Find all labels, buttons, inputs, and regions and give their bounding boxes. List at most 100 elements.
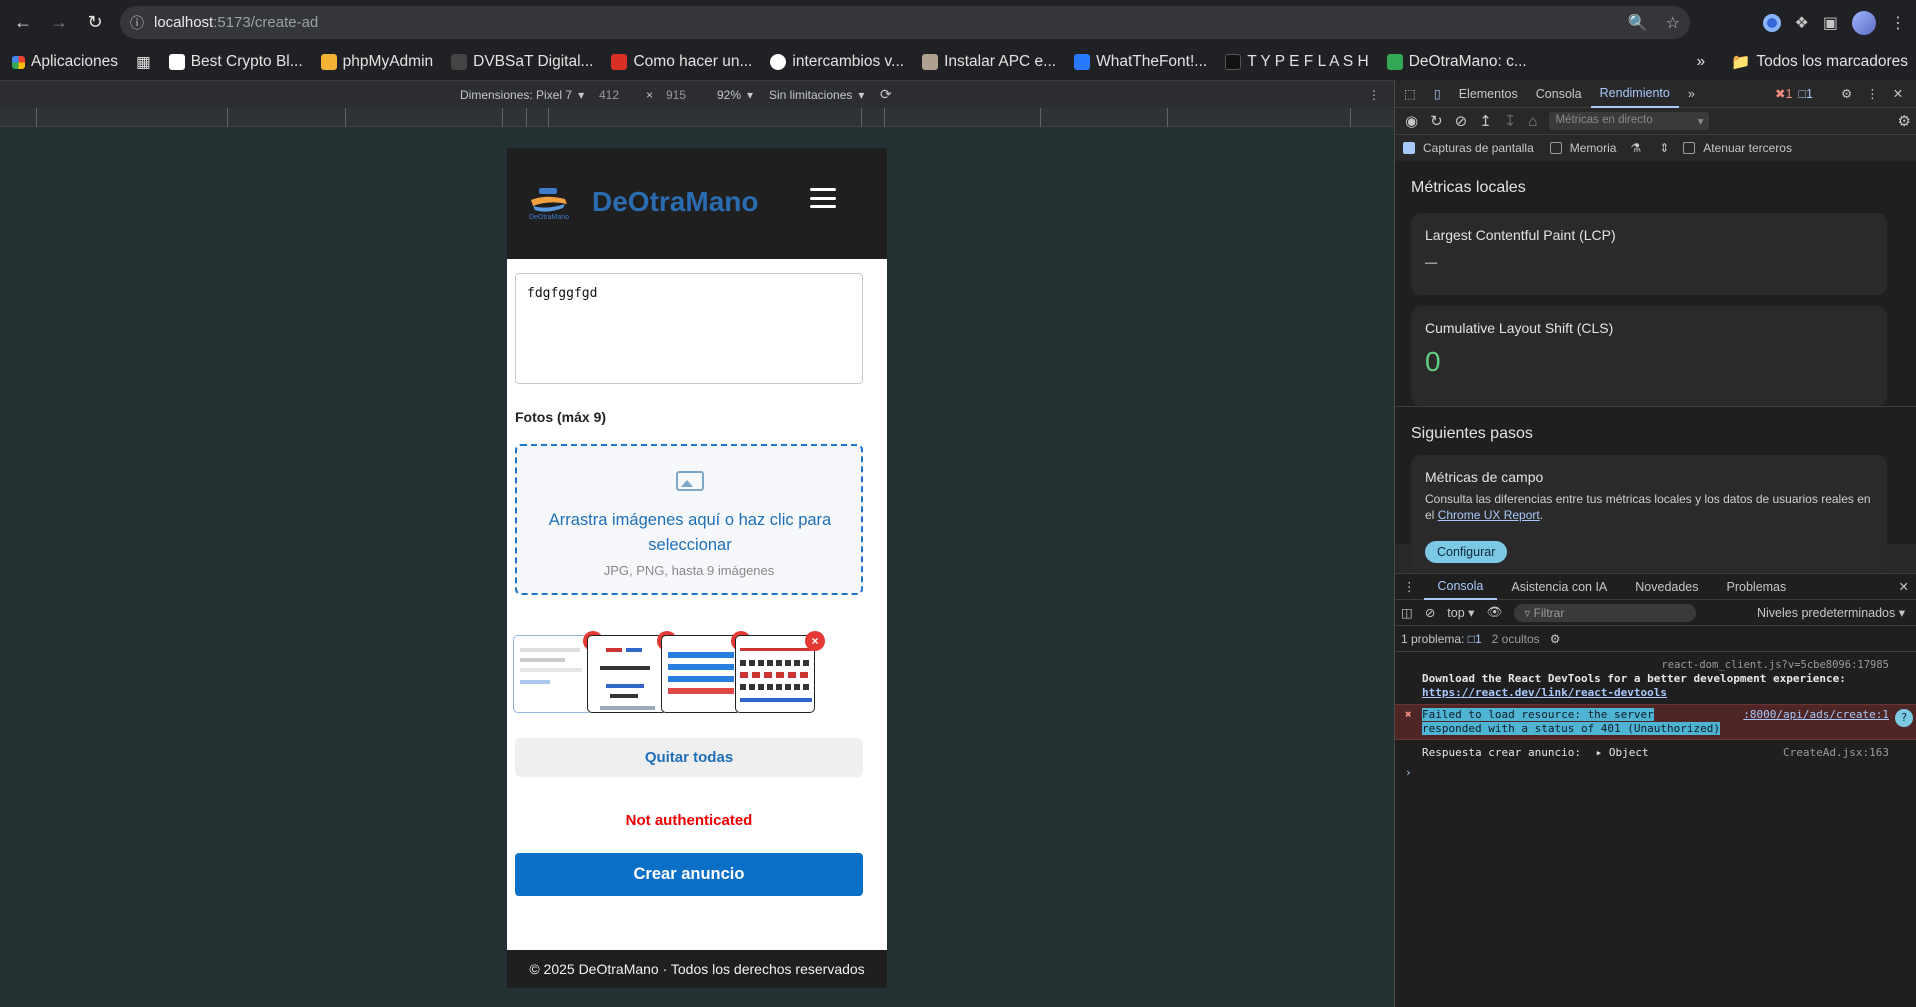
- bookmark-item[interactable]: Instalar APC e...: [913, 53, 1065, 71]
- clear-console-icon[interactable]: ⊘: [1425, 605, 1435, 620]
- bookmark-star-icon[interactable]: ☆: [1666, 13, 1680, 33]
- record-icon[interactable]: ◉: [1405, 112, 1418, 130]
- bookmark-item[interactable]: DeOtraMano: c...: [1378, 53, 1536, 71]
- extension-icon[interactable]: [1762, 13, 1781, 32]
- extensions-puzzle-icon[interactable]: ❖: [1795, 13, 1809, 33]
- object-expander[interactable]: ▸ Object: [1596, 746, 1649, 759]
- tab-performance[interactable]: Rendimiento: [1590, 80, 1679, 108]
- tab-elements[interactable]: Elementos: [1450, 80, 1527, 108]
- drawer-tab-ai[interactable]: Asistencia con IA: [1497, 574, 1621, 600]
- remove-photo-button[interactable]: ×: [805, 631, 825, 651]
- log-source[interactable]: CreateAd.jsx:163: [1783, 746, 1889, 760]
- photo-thumbnail[interactable]: [587, 635, 667, 713]
- bookmark-item[interactable]: Best Crypto Bl...: [160, 53, 312, 71]
- rotate-icon[interactable]: ⟳: [880, 86, 892, 103]
- close-icon[interactable]: ✕: [1893, 86, 1903, 101]
- context-select[interactable]: top ▾: [1447, 605, 1474, 620]
- address-bar[interactable]: ⓘ localhost:5173/create-ad 🔍 ☆: [120, 6, 1690, 39]
- clear-all-button[interactable]: Quitar todas: [515, 738, 863, 777]
- error-source-link[interactable]: :8000/api/ads/create:1: [1743, 708, 1889, 722]
- close-drawer-icon[interactable]: ✕: [1899, 579, 1909, 594]
- bookmark-item[interactable]: phpMyAdmin: [312, 53, 442, 71]
- cls-value: 0: [1425, 346, 1441, 377]
- third-party-checkbox[interactable]: [1683, 142, 1696, 154]
- profile-avatar[interactable]: [1852, 10, 1876, 35]
- upload-icon[interactable]: ↥: [1479, 112, 1492, 130]
- forward-icon[interactable]: →: [42, 6, 76, 40]
- bookmark-item[interactable]: Como hacer un...: [602, 53, 761, 71]
- photo-thumbnail[interactable]: [661, 635, 741, 713]
- site-info-icon[interactable]: ⓘ: [120, 13, 154, 33]
- configure-button[interactable]: Configurar: [1425, 541, 1508, 563]
- device-toolbar: Dimensiones: Pixel 7 ▾ 412 × 915 92% ▾ Sin…: [0, 80, 1394, 108]
- issues-count[interactable]: 1 problema: □1: [1401, 632, 1482, 646]
- memory-checkbox[interactable]: [1549, 142, 1562, 154]
- menu-kebab-icon[interactable]: ⋮: [1890, 13, 1906, 33]
- create-ad-form: fdgfggfgd Fotos (máx 9) Arrastra imágene…: [507, 259, 887, 929]
- bookmarks-bar: Aplicaciones ▦ Best Crypto Bl... phpMyAd…: [0, 45, 1916, 79]
- console-filter-input[interactable]: ▿ Filtrar: [1514, 603, 1697, 622]
- capture-settings-icon[interactable]: ⚙: [1898, 112, 1911, 130]
- url-text[interactable]: localhost:5173/create-ad: [154, 14, 318, 31]
- drawer-kebab-icon[interactable]: ⋮: [1395, 574, 1424, 600]
- more-bookmarks-icon[interactable]: »: [1696, 53, 1705, 71]
- eye-icon[interactable]: 👁: [1486, 605, 1502, 620]
- track-config-icon[interactable]: ⇕: [1659, 141, 1669, 155]
- height-input[interactable]: 915: [666, 88, 686, 102]
- create-ad-button[interactable]: Crear anuncio: [515, 853, 863, 896]
- hamburger-menu-icon[interactable]: [810, 186, 836, 210]
- photo-thumbnail[interactable]: [735, 635, 815, 713]
- home-icon[interactable]: ⌂: [1528, 113, 1537, 130]
- ai-explain-icon[interactable]: ?: [1895, 709, 1913, 727]
- message-badge[interactable]: □1: [1798, 87, 1813, 101]
- tab-console[interactable]: Consola: [1527, 80, 1591, 108]
- bookmark-item[interactable]: T Y P E F L A S H: [1216, 53, 1378, 71]
- reload-record-icon[interactable]: ↻: [1430, 112, 1443, 130]
- bookmark-apps[interactable]: Aplicaciones: [0, 53, 127, 71]
- console-settings-icon[interactable]: ⚙: [1550, 632, 1561, 646]
- clear-icon[interactable]: ⊘: [1455, 112, 1468, 130]
- drawer-tab-issues[interactable]: Problemas: [1713, 574, 1801, 600]
- drawer-tab-news[interactable]: Novedades: [1621, 574, 1712, 600]
- levels-select[interactable]: Niveles predeterminados ▾: [1757, 605, 1905, 620]
- back-icon[interactable]: ←: [6, 6, 40, 40]
- live-metrics-select[interactable]: Métricas en directo ▾: [1549, 112, 1710, 130]
- logo[interactable]: DeOtraMano: [525, 186, 573, 222]
- chrome-ux-report-link[interactable]: Chrome UX Report: [1438, 508, 1540, 522]
- throttle-select[interactable]: Sin limitaciones ▾: [769, 88, 864, 102]
- device-toggle-icon[interactable]: ▯: [1425, 80, 1450, 108]
- media-query-ruler[interactable]: [0, 108, 1394, 127]
- photo-thumbnail[interactable]: [513, 635, 593, 713]
- screenshots-checkbox[interactable]: [1403, 142, 1415, 154]
- kebab-icon[interactable]: ⋮: [1866, 86, 1879, 101]
- all-bookmarks[interactable]: 📁 Todos los marcadores: [1731, 53, 1908, 72]
- react-devtools-link[interactable]: https://react.dev/link/react-devtools: [1422, 686, 1916, 700]
- width-input[interactable]: 412: [599, 88, 619, 102]
- bookmark-item[interactable]: DVBSaT Digital...: [442, 53, 602, 71]
- zoom-icon[interactable]: 🔍: [1628, 13, 1648, 33]
- brand-title[interactable]: DeOtraMano: [592, 186, 758, 218]
- device-select[interactable]: Dimensiones: Pixel 7 ▾: [460, 88, 584, 102]
- sidebar-toggle-icon[interactable]: ◫: [1401, 605, 1413, 620]
- more-tabs-icon[interactable]: »: [1679, 80, 1704, 108]
- download-icon[interactable]: ↧: [1504, 112, 1517, 130]
- bookmark-item[interactable]: intercambios v...: [761, 53, 913, 71]
- tab-search-icon[interactable]: ▣: [1823, 13, 1838, 33]
- bookmark-grid[interactable]: ▦: [127, 53, 160, 72]
- inspect-icon[interactable]: ⬚: [1395, 80, 1425, 108]
- image-dropzone[interactable]: Arrastra imágenes aquí o haz clic para s…: [515, 444, 863, 595]
- description-textarea[interactable]: fdgfggfgd: [515, 273, 863, 384]
- kebab-icon[interactable]: ⋮: [1368, 88, 1380, 102]
- broom-icon[interactable]: ⚗: [1630, 141, 1641, 155]
- grid-icon: ▦: [136, 53, 151, 71]
- console-prompt[interactable]: ›: [1395, 766, 1916, 780]
- browser-toolbar: ← → ↻ ⓘ localhost:5173/create-ad 🔍 ☆ ❖ ▣…: [0, 0, 1916, 45]
- lcp-value: –: [1425, 249, 1438, 274]
- reload-icon[interactable]: ↻: [78, 6, 112, 40]
- log-source[interactable]: react-dom_client.js?v=5cbe8096:17985: [1422, 658, 1916, 672]
- drawer-tab-console[interactable]: Consola: [1423, 574, 1498, 600]
- bookmark-item[interactable]: WhatTheFont!...: [1065, 53, 1216, 71]
- zoom-select[interactable]: 92% ▾: [717, 88, 753, 102]
- settings-gear-icon[interactable]: ⚙: [1841, 86, 1852, 101]
- error-badge[interactable]: ✖1: [1775, 86, 1792, 101]
